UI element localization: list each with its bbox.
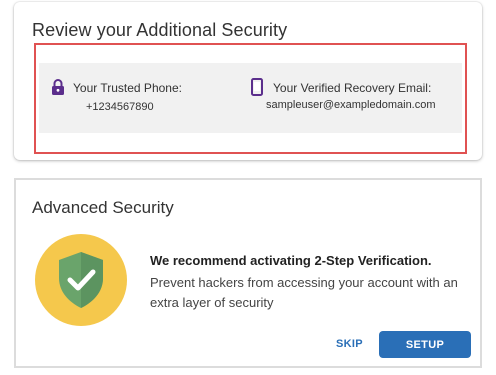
- additional-security-card: Review your Additional Security Your Tru…: [14, 2, 482, 160]
- security-info-highlight: Your Trusted Phone: +1234567890 Your Ver…: [34, 43, 467, 154]
- setup-button[interactable]: SETUP: [379, 331, 471, 358]
- trusted-phone-label: Your Trusted Phone:: [73, 81, 182, 95]
- lock-icon: [51, 79, 65, 100]
- skip-button[interactable]: SKIP: [336, 338, 363, 350]
- recommendation-body: Prevent hackers from accessing your acco…: [150, 275, 458, 310]
- phone-icon: [251, 78, 263, 101]
- additional-security-title: Review your Additional Security: [32, 20, 288, 40]
- recommendation-heading: We recommend activating 2-Step Verificat…: [150, 253, 432, 268]
- security-info-strip: Your Trusted Phone: +1234567890 Your Ver…: [39, 63, 462, 133]
- advanced-security-card: Advanced Security We recommend activatin…: [14, 178, 482, 368]
- recovery-email-label: Your Verified Recovery Email:: [273, 81, 432, 95]
- recovery-email-value: sampleuser@exampledomain.com: [266, 99, 436, 111]
- advanced-security-title: Advanced Security: [32, 198, 174, 217]
- shield-check-icon: [35, 234, 127, 326]
- trusted-phone-value: +1234567890: [86, 101, 154, 113]
